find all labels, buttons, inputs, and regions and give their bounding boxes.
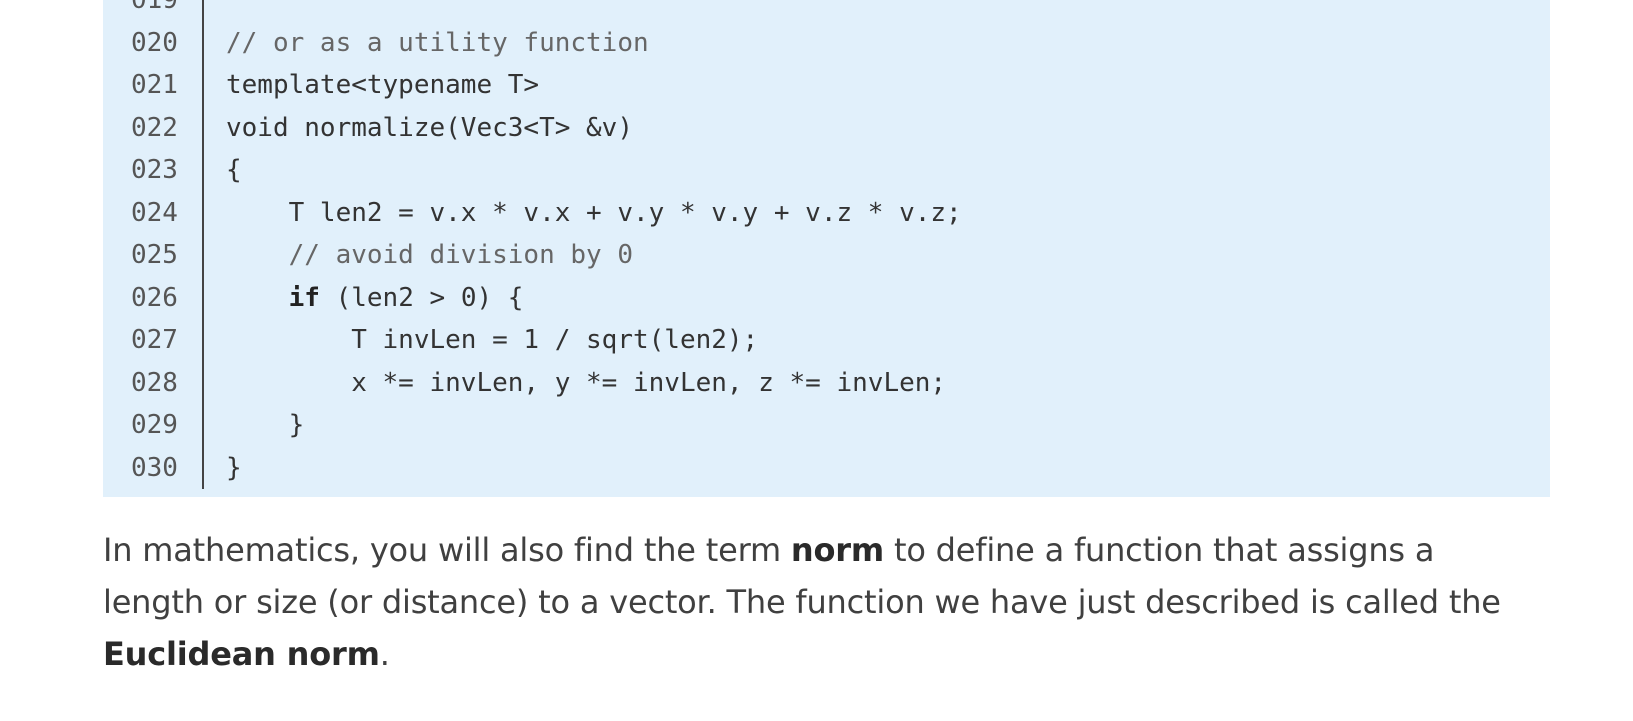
line-number: 027 bbox=[131, 325, 178, 355]
code-line: 026 if (len2 > 0) { bbox=[103, 277, 1550, 319]
line-number: 029 bbox=[131, 410, 178, 440]
line-code: if (len2 > 0) { bbox=[226, 277, 524, 319]
comment-token: // avoid division by 0 bbox=[226, 240, 633, 270]
code-line: 021 template<typename T> bbox=[103, 64, 1550, 106]
line-code: // avoid division by 0 bbox=[226, 234, 633, 276]
code-line: 028 x *= invLen, y *= invLen, z *= invLe… bbox=[103, 362, 1550, 404]
code-token: } bbox=[226, 410, 305, 440]
line-number: 026 bbox=[131, 282, 178, 313]
line-number: 025 bbox=[131, 240, 178, 270]
body-paragraph: In mathematics, you will also find the t… bbox=[103, 524, 1543, 680]
code-line: 030} bbox=[103, 447, 1550, 489]
line-number: 024 bbox=[131, 197, 178, 228]
code-line: 025 // avoid division by 0 bbox=[103, 234, 1550, 276]
page: 019 020 // or as a utility function 021 temp… bbox=[0, 0, 1633, 721]
line-code: void normalize(Vec3<T> &v) bbox=[226, 107, 633, 149]
line-number: 020 bbox=[131, 27, 178, 58]
code-line: 029 } bbox=[103, 404, 1550, 446]
code-block: 019 020 // or as a utility function 021 temp… bbox=[103, 0, 1550, 497]
code-line: 020 // or as a utility function bbox=[103, 22, 1550, 64]
line-number: 023 bbox=[131, 155, 178, 185]
code-line: 023 { bbox=[103, 149, 1550, 191]
line-number: 028 bbox=[131, 367, 178, 398]
line-number: 022 bbox=[131, 112, 178, 143]
line-code: template<typename T> bbox=[226, 64, 539, 106]
line-code: } bbox=[226, 447, 242, 489]
line-number: 019 bbox=[131, 0, 178, 15]
paragraph-text-3: . bbox=[379, 635, 390, 673]
line-code: } bbox=[226, 404, 305, 446]
code-line: 019 bbox=[103, 0, 1550, 21]
code-token: { bbox=[226, 155, 242, 185]
code-line: 022 void normalize(Vec3<T> &v) bbox=[103, 107, 1550, 149]
line-code: x *= invLen, y *= invLen, z *= invLen; bbox=[226, 362, 946, 404]
comment-token: // or as a utility function bbox=[226, 27, 649, 58]
term-norm: norm bbox=[790, 531, 884, 569]
line-code: // or as a utility function bbox=[226, 22, 649, 64]
code-token: (len2 > 0) { bbox=[319, 282, 524, 313]
code-line: 024 T len2 = v.x * v.x + v.y * v.y + v.z… bbox=[103, 192, 1550, 234]
line-code: T invLen = 1 / sqrt(len2); bbox=[226, 319, 758, 361]
code-token: T invLen = 1 / sqrt(len2); bbox=[226, 325, 759, 355]
code-token: template<typename T> bbox=[226, 70, 540, 100]
code-token: T len2 = v.x * v.x + v.y * v.y + v.z * v… bbox=[226, 197, 962, 228]
code-token: x *= invLen, y *= invLen, z *= invLen; bbox=[226, 367, 947, 398]
code-token: } bbox=[226, 452, 242, 483]
keyword-token: if bbox=[288, 282, 320, 313]
line-number: 021 bbox=[131, 70, 178, 100]
term-euclidean-norm: Euclidean norm bbox=[103, 635, 380, 673]
line-code: T len2 = v.x * v.x + v.y * v.y + v.z * v… bbox=[226, 192, 962, 234]
line-number: 030 bbox=[131, 452, 178, 483]
line-code: { bbox=[226, 149, 242, 191]
code-line: 027 T invLen = 1 / sqrt(len2); bbox=[103, 319, 1550, 361]
paragraph-text-1: In mathematics, you will also find the t… bbox=[103, 531, 791, 569]
code-token: void normalize(Vec3<T> &v) bbox=[226, 112, 633, 143]
